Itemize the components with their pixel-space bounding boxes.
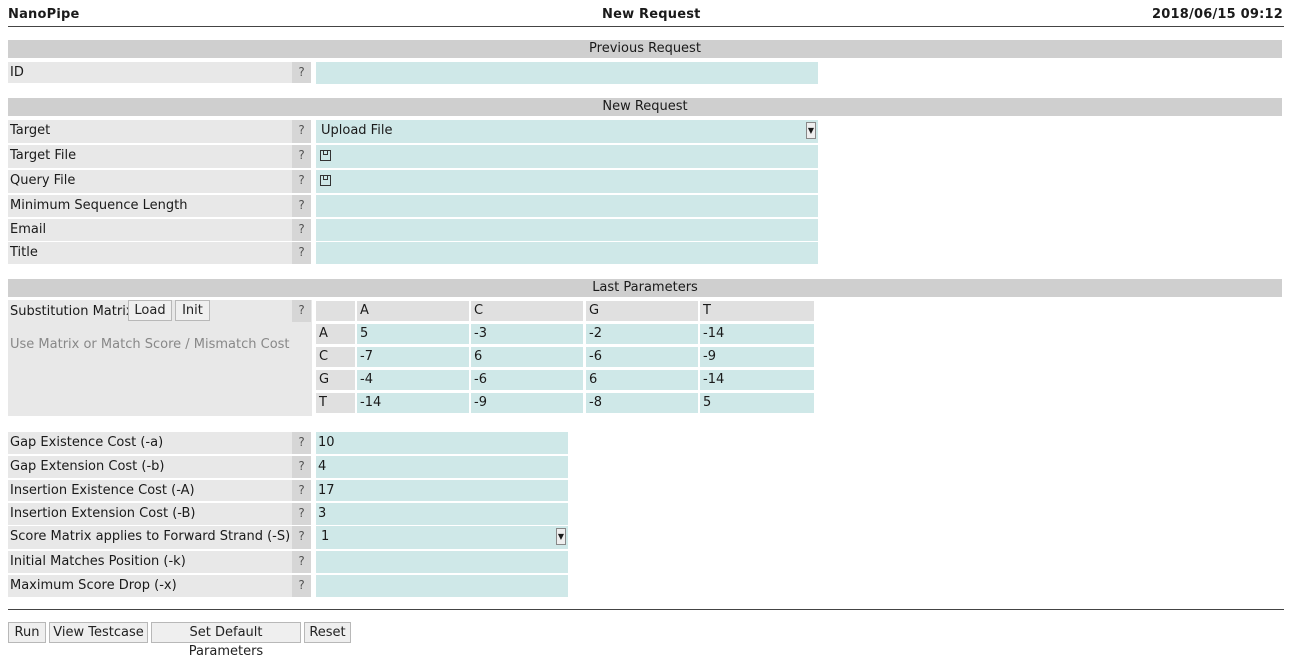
help-icon[interactable]: ?: [292, 170, 311, 193]
gap-existence-input[interactable]: 10: [316, 432, 568, 454]
target-file-label: Target File: [8, 145, 292, 168]
help-icon[interactable]: ?: [292, 432, 311, 454]
timestamp: 2018/06/15 09:12: [1152, 7, 1283, 22]
init-button[interactable]: Init: [175, 300, 210, 321]
insertion-extension-input[interactable]: 3: [316, 503, 568, 525]
email-input[interactable]: [316, 219, 818, 241]
section-last-parameters: Last Parameters: [8, 279, 1282, 297]
app-name: NanoPipe: [8, 7, 80, 22]
section-new-request: New Request: [8, 98, 1282, 116]
title-label: Title: [8, 242, 292, 264]
target-file-input[interactable]: [316, 145, 818, 168]
matrix-cell[interactable]: 5: [700, 393, 814, 413]
view-testcase-button[interactable]: View Testcase: [49, 622, 148, 643]
set-default-parameters-button[interactable]: Set Default Parameters: [151, 622, 301, 659]
header-divider: [8, 26, 1284, 27]
help-icon[interactable]: ?: [292, 551, 311, 573]
help-icon[interactable]: ?: [292, 195, 311, 217]
matrix-cell[interactable]: -9: [471, 393, 583, 413]
max-score-drop-label: Maximum Score Drop (-x): [8, 575, 292, 597]
matrix-col-header: G: [586, 301, 698, 321]
score-matrix-strand-value: 1: [321, 529, 330, 544]
gap-extension-input[interactable]: 4: [316, 456, 568, 478]
matrix-row-header: T: [316, 393, 355, 413]
matrix-row-header: G: [316, 370, 355, 390]
min-seq-length-label: Minimum Sequence Length: [8, 195, 292, 217]
page-title: New Request: [602, 7, 701, 22]
help-icon[interactable]: ?: [292, 456, 311, 478]
help-icon[interactable]: ?: [292, 575, 311, 597]
initial-matches-input[interactable]: [316, 551, 568, 573]
matrix-cell[interactable]: -6: [586, 347, 698, 367]
id-input[interactable]: [316, 62, 818, 84]
help-icon[interactable]: ?: [292, 62, 311, 83]
query-file-input[interactable]: [316, 170, 818, 193]
help-icon[interactable]: ?: [292, 219, 311, 241]
initial-matches-label: Initial Matches Position (-k): [8, 551, 292, 573]
matrix-cell[interactable]: 6: [586, 370, 698, 390]
matrix-col-header: T: [700, 301, 814, 321]
matrix-hint: Use Matrix or Match Score / Mismatch Cos…: [10, 337, 290, 352]
score-matrix-strand-select[interactable]: 1 ▼: [316, 526, 568, 549]
matrix-cell[interactable]: -7: [357, 347, 469, 367]
help-icon[interactable]: ?: [292, 120, 311, 143]
matrix-cell[interactable]: -3: [471, 324, 583, 344]
reset-button[interactable]: Reset: [304, 622, 351, 643]
floppy-disk-icon[interactable]: [320, 175, 331, 186]
substitution-matrix-label: Substitution Matrix: [10, 304, 134, 319]
insertion-existence-label: Insertion Existence Cost (-A): [8, 480, 292, 501]
matrix-col-header: A: [357, 301, 469, 321]
help-icon[interactable]: ?: [292, 480, 311, 501]
help-icon[interactable]: ?: [292, 242, 311, 264]
help-icon[interactable]: ?: [292, 300, 311, 322]
matrix-cell[interactable]: -14: [357, 393, 469, 413]
matrix-cell[interactable]: -14: [700, 324, 814, 344]
section-previous-request: Previous Request: [8, 40, 1282, 58]
matrix-cell[interactable]: -14: [700, 370, 814, 390]
footer-divider: [8, 609, 1284, 610]
matrix-cell[interactable]: 5: [357, 324, 469, 344]
matrix-col-header: C: [471, 301, 583, 321]
matrix-corner: [316, 301, 355, 321]
gap-extension-label: Gap Extension Cost (-b): [8, 456, 292, 478]
email-label: Email: [8, 219, 292, 241]
insertion-extension-label: Insertion Extension Cost (-B): [8, 503, 292, 525]
matrix-cell[interactable]: -6: [471, 370, 583, 390]
id-label: ID: [8, 62, 292, 83]
chevron-down-icon[interactable]: ▼: [556, 528, 566, 545]
load-button[interactable]: Load: [128, 300, 172, 321]
min-seq-length-input[interactable]: [316, 195, 818, 217]
matrix-row-header: C: [316, 347, 355, 367]
matrix-cell[interactable]: -2: [586, 324, 698, 344]
matrix-cell[interactable]: -4: [357, 370, 469, 390]
insertion-existence-input[interactable]: 17: [316, 480, 568, 501]
floppy-disk-icon[interactable]: [320, 150, 331, 161]
target-label: Target: [8, 120, 292, 143]
chevron-down-icon[interactable]: ▼: [806, 122, 816, 139]
target-select-value: Upload File: [321, 123, 393, 138]
score-matrix-strand-label: Score Matrix applies to Forward Strand (…: [8, 526, 292, 549]
run-button[interactable]: Run: [8, 622, 46, 643]
title-input[interactable]: [316, 242, 818, 264]
matrix-row-header: A: [316, 324, 355, 344]
max-score-drop-input[interactable]: [316, 575, 568, 597]
query-file-label: Query File: [8, 170, 292, 193]
matrix-cell[interactable]: -8: [586, 393, 698, 413]
help-icon[interactable]: ?: [292, 503, 311, 525]
help-icon[interactable]: ?: [292, 526, 311, 549]
matrix-cell[interactable]: 6: [471, 347, 583, 367]
help-icon[interactable]: ?: [292, 145, 311, 168]
target-select[interactable]: Upload File ▼: [316, 120, 818, 143]
gap-existence-label: Gap Existence Cost (-a): [8, 432, 292, 454]
matrix-cell[interactable]: -9: [700, 347, 814, 367]
